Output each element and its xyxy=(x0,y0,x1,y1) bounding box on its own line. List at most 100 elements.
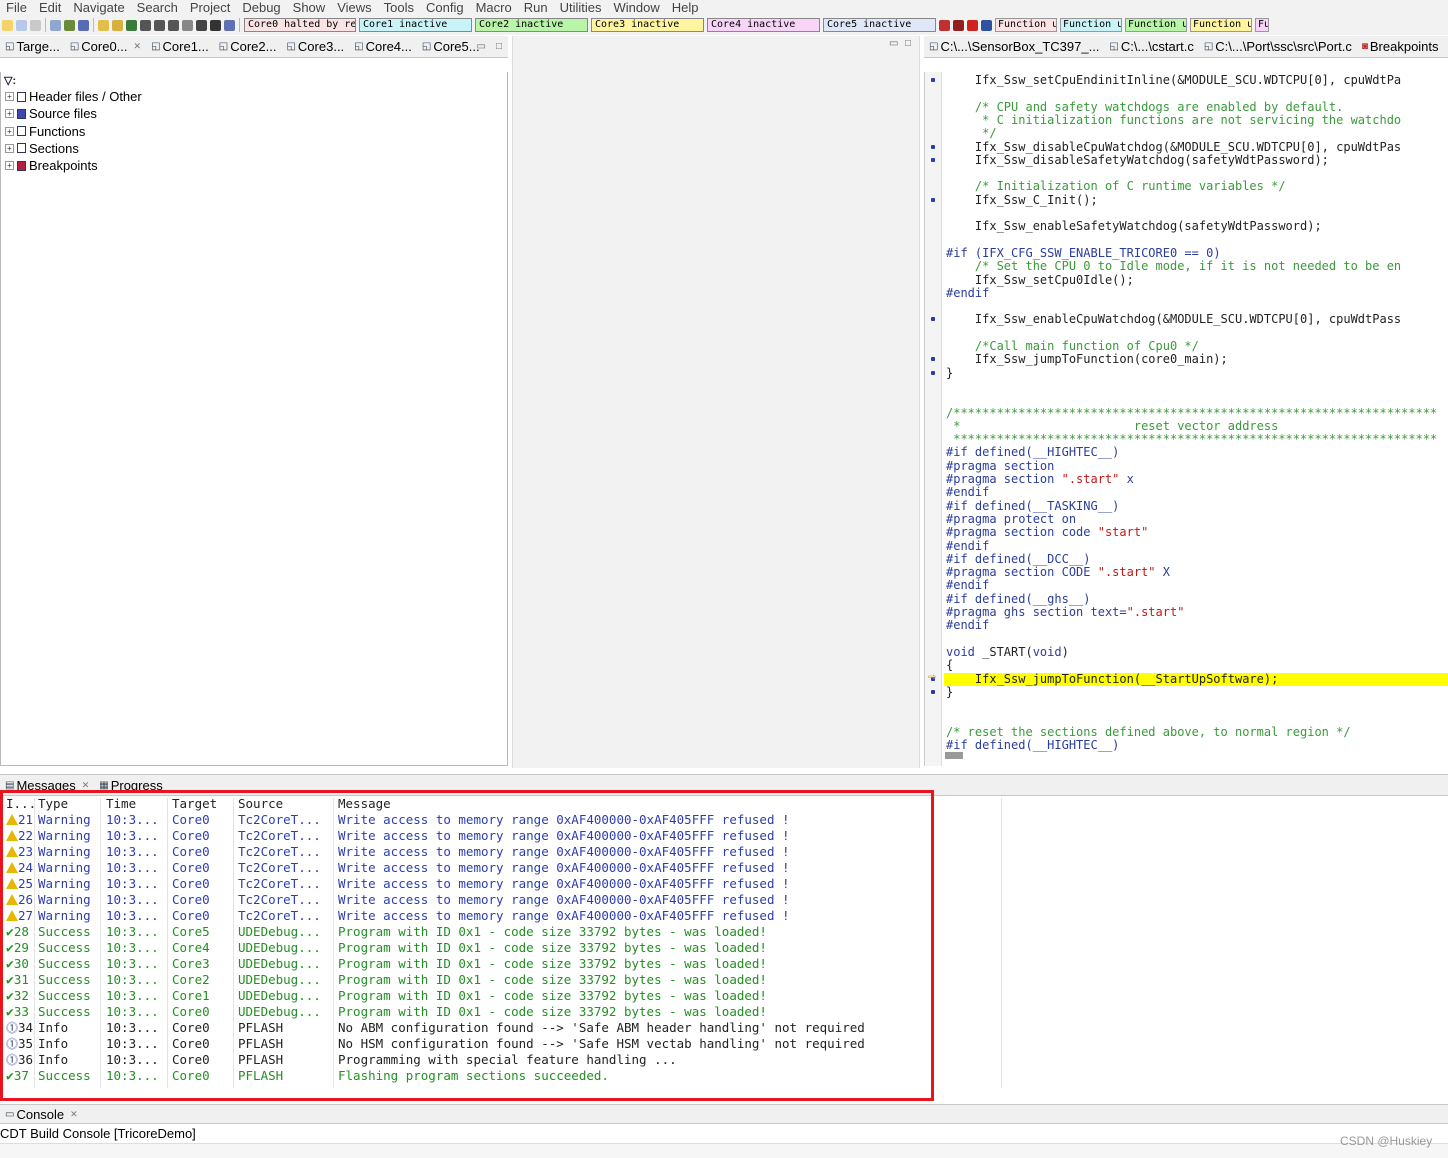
tree-node-header-files-other[interactable]: + Header files / Other xyxy=(5,88,142,105)
expand-icon[interactable]: + xyxy=(5,92,14,101)
function-status-1[interactable]: Function u xyxy=(1060,18,1122,32)
menu-debug[interactable]: Debug xyxy=(236,1,286,14)
filter-icon[interactable]: ▽: xyxy=(4,74,16,87)
maximize-icon[interactable]: □ xyxy=(905,38,911,49)
tab-console[interactable]: ▭ Console ✕ xyxy=(0,1107,83,1122)
menu-navigate[interactable]: Navigate xyxy=(67,1,130,14)
breakpoint-marker-icon[interactable] xyxy=(931,78,935,82)
step-into-icon[interactable] xyxy=(140,19,151,31)
core-status-4[interactable]: Core4 inactive xyxy=(707,18,820,32)
minimize-icon[interactable]: ▭ xyxy=(477,41,486,52)
tab-view-6[interactable]: ◱ Core5... xyxy=(417,39,485,54)
run-icon[interactable] xyxy=(126,19,137,31)
minimize-icon[interactable]: ▭ xyxy=(889,38,898,49)
expand-icon[interactable]: + xyxy=(5,161,14,171)
code-editor[interactable]: ⇨ Ifx_Ssw_setCpuEndinitInline(&MODULE_SC… xyxy=(924,72,1448,766)
toolbar-separator xyxy=(93,18,94,32)
tab-editor-2[interactable]: ◱ C:\...\Port\ssc\src\Port.c xyxy=(1199,39,1357,54)
close-icon[interactable]: ✕ xyxy=(70,1109,78,1120)
tree-node-breakpoints[interactable]: + Breakpoints xyxy=(5,157,98,174)
breakpoint-marker-icon[interactable] xyxy=(931,197,935,202)
reset-icon[interactable] xyxy=(224,19,235,31)
new-file-icon[interactable] xyxy=(2,19,13,31)
tab-editor-4[interactable]: ◱E: xyxy=(1444,39,1448,54)
code-line: #endif xyxy=(946,538,990,553)
code-line: Ifx_Ssw_enableSafetyWatchdog(safetyWdtPa… xyxy=(946,219,1322,234)
menu-show[interactable]: Show xyxy=(287,1,332,14)
column-divider[interactable] xyxy=(1001,798,1002,1088)
core-status-2[interactable]: Core2 inactive xyxy=(475,18,588,32)
menu-macro[interactable]: Macro xyxy=(470,1,518,14)
tab-editor-0[interactable]: ◱ C:\...\SensorBox_TC397_... xyxy=(924,39,1104,54)
function-status-3[interactable]: Function u xyxy=(1190,18,1252,32)
sync-icon[interactable] xyxy=(981,19,992,31)
close-icon[interactable]: ✕ xyxy=(134,41,142,52)
core-status-3[interactable]: Core3 inactive xyxy=(591,18,704,32)
build-icon[interactable] xyxy=(64,19,75,31)
core-status-1[interactable]: Core1 inactive xyxy=(359,18,472,32)
function-status-4[interactable]: Fu xyxy=(1255,18,1269,32)
breakpoint-marker-icon[interactable] xyxy=(931,689,935,694)
halt-icon[interactable] xyxy=(210,19,221,31)
tab-view-4[interactable]: ◱ Core3... xyxy=(281,39,349,54)
save-icon[interactable] xyxy=(16,19,27,31)
expand-icon[interactable]: + xyxy=(5,143,14,153)
tab-view-1[interactable]: ◱ Core0... ✕ xyxy=(65,39,146,54)
menu-utilities[interactable]: Utilities xyxy=(554,1,608,14)
step-return-icon[interactable] xyxy=(182,19,193,31)
menu-help[interactable]: Help xyxy=(666,1,705,14)
search-icon[interactable] xyxy=(98,19,109,31)
menu-views[interactable]: Views xyxy=(331,1,377,14)
tab-editor-3[interactable]: ◙ Breakpoints xyxy=(1357,39,1444,54)
tab-view-3[interactable]: ◱ Core2... xyxy=(214,39,282,54)
debug-icon[interactable] xyxy=(78,19,89,31)
step-over-icon[interactable] xyxy=(154,19,165,31)
horizontal-scrollbar[interactable] xyxy=(945,752,963,759)
tab-view-0[interactable]: ◱ Targe... xyxy=(0,39,65,54)
breakpoint-marker-icon[interactable] xyxy=(931,370,935,375)
tab-label: Core2... xyxy=(230,39,277,54)
menu-run[interactable]: Run xyxy=(518,1,554,14)
breakpoint-marker-icon[interactable] xyxy=(931,144,935,149)
tree-node-sections[interactable]: + Sections xyxy=(5,140,79,157)
tree-node-functions[interactable]: + Functions xyxy=(5,123,85,140)
core-status-0[interactable]: Core0 halted by re xyxy=(244,18,356,32)
step-out-icon[interactable] xyxy=(168,19,179,31)
program-explorer-tree: ▽: + Header files / Other + Source files + Fu… xyxy=(0,72,508,766)
code-line: /* Set the CPU 0 to Idle mode, if it is … xyxy=(946,259,1402,274)
tab-view-2[interactable]: ◱ Core1... xyxy=(146,39,214,54)
menu-window[interactable]: Window xyxy=(607,1,665,14)
tree-node-source-files[interactable]: + Source files xyxy=(5,105,97,122)
breakpoint-marker-icon[interactable] xyxy=(931,157,935,162)
menu-file[interactable]: File xyxy=(0,1,33,14)
menu-tools[interactable]: Tools xyxy=(378,1,420,14)
tab-view-5[interactable]: ◱ Core4... xyxy=(349,39,417,54)
expand-icon[interactable]: + xyxy=(5,109,14,119)
close-icon[interactable]: ✕ xyxy=(82,780,90,791)
function-status-2[interactable]: Function u xyxy=(1125,18,1187,32)
breakpoint-all-icon[interactable] xyxy=(953,19,964,31)
menu-edit[interactable]: Edit xyxy=(33,1,67,14)
menu-project[interactable]: Project xyxy=(184,1,236,14)
tab-editor-1[interactable]: ◱ C:\...\cstart.c xyxy=(1104,39,1198,54)
print-icon[interactable] xyxy=(50,19,61,31)
arrow-right-icon[interactable] xyxy=(112,19,123,31)
code-line: /***************************************… xyxy=(946,405,1438,420)
maximize-icon[interactable]: □ xyxy=(496,41,502,52)
code-line: Ifx_Ssw_disableSafetyWatchdog(safetyWdtP… xyxy=(946,152,1329,167)
tree-node-label: Header files / Other xyxy=(29,89,142,104)
core-status-5[interactable]: Core5 inactive xyxy=(823,18,936,32)
menu-config[interactable]: Config xyxy=(420,1,470,14)
current-line-arrow-icon: ⇨ xyxy=(928,671,937,683)
annotation-highlight-box xyxy=(0,790,934,1101)
breakpoint-marker-icon[interactable] xyxy=(931,317,935,322)
breakpoint-marker-icon[interactable] xyxy=(931,357,935,362)
flag-icon[interactable] xyxy=(967,19,978,31)
menu-search[interactable]: Search xyxy=(131,1,184,14)
breakpoint-icon[interactable] xyxy=(939,19,950,31)
expand-icon[interactable]: + xyxy=(5,126,14,136)
suspend-icon[interactable] xyxy=(196,19,207,31)
function-status-0[interactable]: Function u xyxy=(995,18,1057,32)
tree-node-label: Breakpoints xyxy=(29,158,98,174)
save-all-icon[interactable] xyxy=(30,19,41,31)
